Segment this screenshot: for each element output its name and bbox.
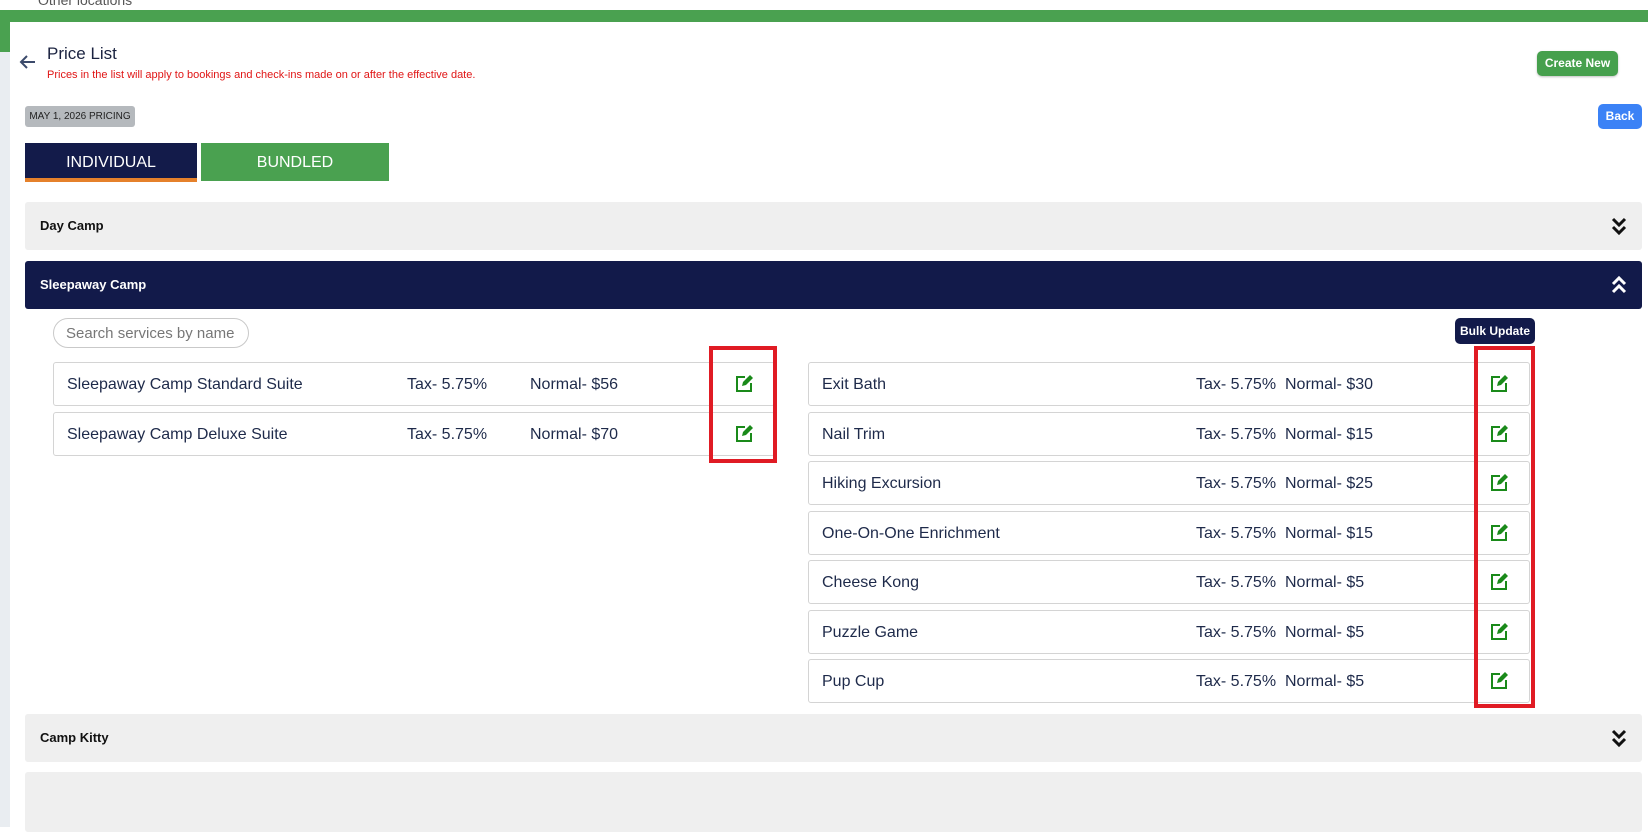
service-price: Normal- $25 <box>1285 475 1374 492</box>
edit-icon[interactable] <box>1489 622 1509 642</box>
pricing-badge: MAY 1, 2026 PRICING <box>25 106 135 127</box>
double-chevron-down-icon[interactable] <box>1610 726 1628 750</box>
double-chevron-up-icon[interactable] <box>1610 273 1628 297</box>
service-price: Normal- $5 <box>1285 574 1365 591</box>
page-title: Price List <box>47 44 117 63</box>
service-price: Normal- $70 <box>530 426 619 443</box>
table-row: Nail Trim Tax- 5.75% Normal- $15 <box>808 412 1530 456</box>
table-row: Cheese Kong Tax- 5.75% Normal- $5 <box>808 560 1530 604</box>
page-subtitle: Prices in the list will apply to booking… <box>47 69 476 81</box>
service-tax: Tax- 5.75% <box>1196 673 1277 690</box>
arrow-left-icon[interactable] <box>18 52 38 72</box>
table-row: Exit Bath Tax- 5.75% Normal- $30 <box>808 362 1530 406</box>
service-price: Normal- $56 <box>530 376 619 393</box>
service-name: Sleepaway Camp Standard Suite <box>67 376 303 393</box>
table-row: Puzzle Game Tax- 5.75% Normal- $5 <box>808 610 1530 654</box>
accordion-sleepaway-camp[interactable]: Sleepaway Camp <box>25 261 1642 309</box>
service-name: Hiking Excursion <box>822 475 942 492</box>
service-tax: Tax- 5.75% <box>407 426 488 443</box>
service-tax: Tax- 5.75% <box>1196 376 1277 393</box>
edit-icon[interactable] <box>1489 523 1509 543</box>
edit-icon[interactable] <box>1489 374 1509 394</box>
service-price: Normal- $30 <box>1285 376 1374 393</box>
edit-icon[interactable] <box>1489 424 1509 444</box>
top-strip: Other locations <box>0 0 1648 10</box>
edit-icon[interactable] <box>1489 671 1509 691</box>
service-tax: Tax- 5.75% <box>1196 525 1277 542</box>
search-input[interactable] <box>53 318 249 348</box>
table-row: Hiking Excursion Tax- 5.75% Normal- $25 <box>808 461 1530 505</box>
table-row: Pup Cup Tax- 5.75% Normal- $5 <box>808 659 1530 703</box>
edit-icon[interactable] <box>1489 473 1509 493</box>
table-row: Sleepaway Camp Deluxe Suite Tax- 5.75% N… <box>53 412 775 456</box>
accordion-next[interactable] <box>25 772 1642 832</box>
accordion-title: Sleepaway Camp <box>40 277 147 292</box>
service-price: Normal- $15 <box>1285 426 1374 443</box>
service-tax: Tax- 5.75% <box>1196 574 1277 591</box>
bulk-update-button[interactable]: Bulk Update <box>1455 318 1535 344</box>
tab-individual-services[interactable]: INDIVIDUAL SERVICES <box>25 143 197 211</box>
service-name: Pup Cup <box>822 673 885 690</box>
double-chevron-down-icon[interactable] <box>1610 214 1628 238</box>
accordion-day-camp[interactable]: Day Camp <box>25 202 1642 250</box>
service-name: Sleepaway Camp Deluxe Suite <box>67 426 288 443</box>
other-locations-link[interactable]: Other locations <box>38 0 132 8</box>
service-tax: Tax- 5.75% <box>1196 426 1277 443</box>
service-price: Normal- $15 <box>1285 525 1374 542</box>
service-price: Normal- $5 <box>1285 624 1365 641</box>
edit-icon[interactable] <box>734 374 754 394</box>
accordion-title: Camp Kitty <box>40 730 109 745</box>
service-name: One-On-One Enrichment <box>822 525 1000 542</box>
back-button[interactable]: Back <box>1598 104 1642 129</box>
service-tax: Tax- 5.75% <box>407 376 488 393</box>
service-name: Exit Bath <box>822 376 887 393</box>
service-price: Normal- $5 <box>1285 673 1365 690</box>
create-new-button[interactable]: Create New <box>1537 51 1618 76</box>
table-row: One-On-One Enrichment Tax- 5.75% Normal-… <box>808 511 1530 555</box>
service-name: Cheese Kong <box>822 574 919 591</box>
green-header-bar <box>0 10 1648 22</box>
accordion-title: Day Camp <box>40 218 104 233</box>
green-corner <box>0 22 10 52</box>
accordion-camp-kitty[interactable]: Camp Kitty <box>25 714 1642 762</box>
edit-icon[interactable] <box>734 424 754 444</box>
left-edge <box>0 52 10 827</box>
service-tax: Tax- 5.75% <box>1196 624 1277 641</box>
table-row: Sleepaway Camp Standard Suite Tax- 5.75%… <box>53 362 775 406</box>
service-tax: Tax- 5.75% <box>1196 475 1277 492</box>
service-name: Nail Trim <box>822 426 886 443</box>
service-name: Puzzle Game <box>822 624 919 641</box>
edit-icon[interactable] <box>1489 572 1509 592</box>
tab-bundled-experiences[interactable]: BUNDLED EXPERIENCES <box>201 143 389 211</box>
